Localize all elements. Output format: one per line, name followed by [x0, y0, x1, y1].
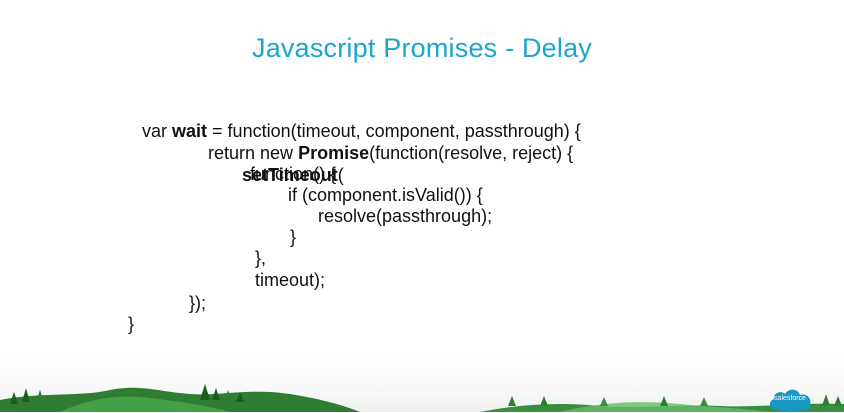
code-line: resolve(passthrough); [318, 206, 493, 226]
code-line: }); [189, 293, 207, 313]
code-line: if (component.isValid()) { [288, 185, 483, 205]
code-line: } [128, 314, 135, 334]
salesforce-logo-text: salesforce [774, 395, 806, 402]
code-line: }, [255, 248, 267, 268]
forest-footer-illustration [0, 342, 844, 412]
code-line: function() { [250, 164, 337, 184]
code-token: (function(resolve, reject) { [369, 143, 574, 163]
code-line: } [290, 227, 297, 247]
code-line: timeout); [255, 270, 326, 290]
code-token: var [142, 121, 173, 141]
code-token: ( [337, 165, 344, 185]
